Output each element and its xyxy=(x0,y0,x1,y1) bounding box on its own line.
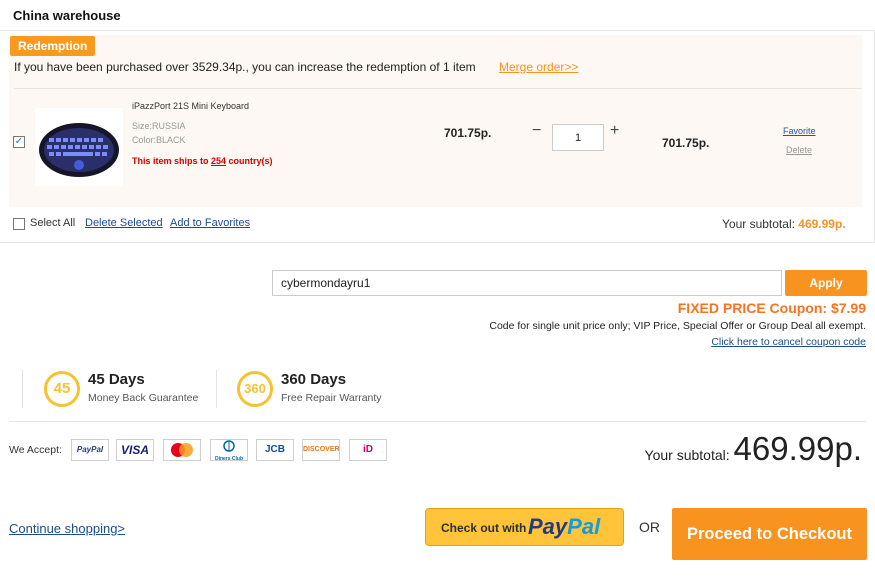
product-color: Color:BLACK xyxy=(132,135,186,145)
or-separator: OR xyxy=(639,519,660,535)
cart-item-row: ✓ iPazzPort 21S Mini Keyboard Size:RUSSI… xyxy=(9,89,862,207)
warranty-subtitle: Free Repair Warranty xyxy=(281,392,382,404)
cart-panel: Redemption If you have been purchased ov… xyxy=(0,30,875,243)
redemption-message: If you have been purchased over 3529.34p… xyxy=(14,60,476,74)
favorite-link[interactable]: Favorite xyxy=(783,126,816,136)
paypal-checkout-prefix: Check out with xyxy=(441,521,527,535)
diners-club-label: Diners Club xyxy=(214,456,244,462)
redemption-badge: Redemption xyxy=(10,36,96,56)
we-accept-label: We Accept: xyxy=(9,444,62,456)
paypal-logo-pal: Pal xyxy=(567,514,601,539)
coupon-note: Code for single unit price only; VIP Pri… xyxy=(489,320,866,332)
final-subtotal-value: 469.99p. xyxy=(733,430,862,467)
panel-subtotal-value: 469.99p. xyxy=(798,217,846,231)
repair-warranty-badge-icon: 360 xyxy=(237,371,273,407)
panel-subtotal-label: Your subtotal: xyxy=(722,217,799,231)
paypal-card-icon: PayPal xyxy=(71,439,109,461)
add-to-favorites-link[interactable]: Add to Favorites xyxy=(170,217,250,229)
final-subtotal: Your subtotal: 469.99p. xyxy=(645,430,862,468)
coupon-code-input[interactable] xyxy=(272,270,782,296)
continue-shopping-link[interactable]: Continue shopping> xyxy=(9,521,125,536)
divider xyxy=(216,370,217,408)
discover-card-icon: DISCOVER xyxy=(302,439,340,461)
shipping-notice-prefix: This item ships to xyxy=(132,156,212,166)
select-all-checkbox[interactable] xyxy=(13,218,25,230)
proceed-to-checkout-button[interactable]: Proceed to Checkout xyxy=(672,508,867,560)
coupon-fixed-price: FIXED PRICE Coupon: $7.99 xyxy=(677,300,866,316)
quantity-decrease-button[interactable]: − xyxy=(532,122,541,140)
product-size: Size:RUSSIA xyxy=(132,121,186,131)
line-total: 701.75p. xyxy=(662,136,710,150)
product-name[interactable]: iPazzPort 21S Mini Keyboard xyxy=(132,101,249,111)
quantity-input[interactable] xyxy=(552,124,604,151)
warranty-title: 360 Days xyxy=(281,371,347,388)
guarantee-title: 45 Days xyxy=(88,371,145,388)
mastercard-card-icon xyxy=(163,439,201,461)
product-image[interactable] xyxy=(35,108,123,186)
visa-card-icon: VISA xyxy=(116,439,154,461)
redemption-box: Redemption If you have been purchased ov… xyxy=(9,35,862,207)
jcb-card-icon: JCB xyxy=(256,439,294,461)
delete-item-link[interactable]: Delete xyxy=(786,145,812,155)
paypal-logo-icon: PayPal xyxy=(528,514,600,540)
section-divider xyxy=(9,421,866,422)
apply-coupon-button[interactable]: Apply xyxy=(785,270,867,296)
quantity-increase-button[interactable]: + xyxy=(610,122,619,140)
warehouse-title: China warehouse xyxy=(13,8,121,23)
diners-club-card-icon: Diners Club xyxy=(210,439,248,462)
shipping-notice: This item ships to 254 country(s) xyxy=(132,156,273,166)
unit-price: 701.75p. xyxy=(444,126,492,140)
paypal-logo-pay: Pay xyxy=(528,514,568,539)
item-checkbox[interactable]: ✓ xyxy=(13,136,25,148)
panel-subtotal: Your subtotal: 469.99p. xyxy=(722,217,846,231)
select-all-label[interactable]: Select All xyxy=(30,217,75,229)
shipping-notice-suffix: country(s) xyxy=(226,156,273,166)
cancel-coupon-link[interactable]: Click here to cancel coupon code xyxy=(711,336,866,348)
divider xyxy=(22,370,23,408)
ideal-card-icon: iD xyxy=(349,439,387,461)
guarantee-subtitle: Money Back Guarantee xyxy=(88,392,199,404)
merge-order-link[interactable]: Merge order>> xyxy=(499,60,578,74)
final-subtotal-label: Your subtotal: xyxy=(644,447,734,463)
money-back-badge-icon: 45 xyxy=(44,371,80,407)
delete-selected-link[interactable]: Delete Selected xyxy=(85,217,163,229)
paypal-checkout-button[interactable]: Check out with PayPal xyxy=(425,508,624,546)
ships-country-count: 254 xyxy=(211,156,227,166)
